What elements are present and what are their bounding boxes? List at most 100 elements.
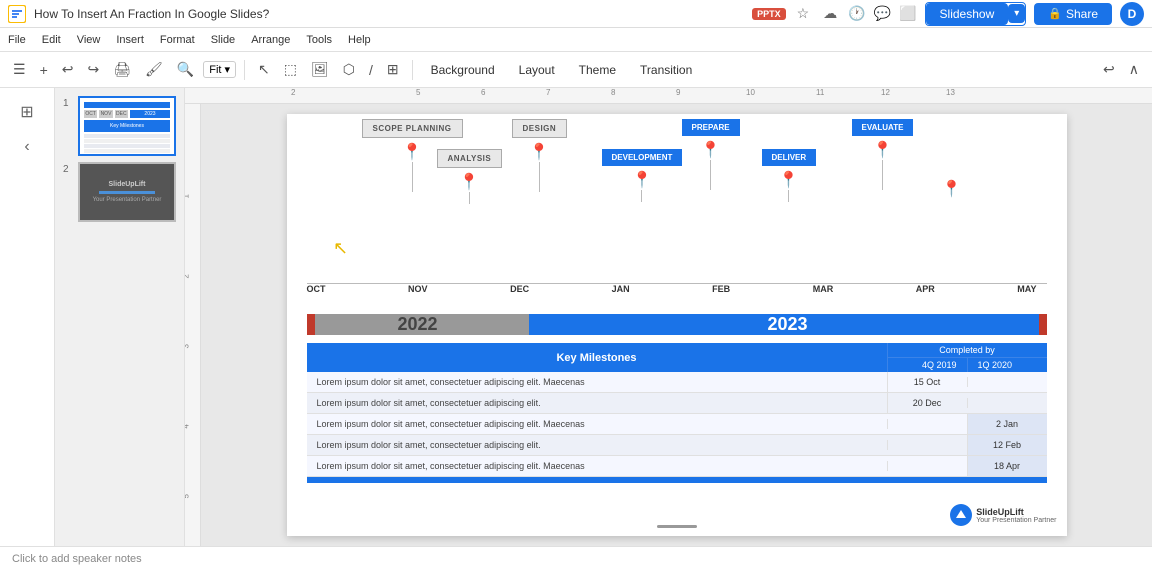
toolbar-action-icon[interactable]: ↩ — [1098, 59, 1120, 80]
menu-file[interactable]: File — [8, 34, 26, 46]
slideshow-dropdown-button[interactable]: ▾ — [1008, 4, 1025, 23]
scroll-indicator — [657, 525, 697, 528]
slide-editing-area[interactable]: 2 5 6 7 8 9 10 11 12 13 1 2 3 4 5 6 7 — [185, 88, 1152, 546]
menu-format[interactable]: Format — [160, 34, 195, 46]
ruler-mark-2: 2 — [291, 88, 295, 97]
star-icon[interactable]: ☆ — [794, 5, 813, 22]
toolbar-expand-icon[interactable]: ∧ — [1124, 59, 1144, 80]
toolbar-shape-icon[interactable]: ⬡ — [338, 59, 360, 80]
slide-canvas[interactable]: SCOPE PLANNING 📍 ANALYSIS 📍 — [287, 114, 1067, 536]
milestones-footer — [307, 477, 1047, 483]
transition-button[interactable]: Transition — [630, 59, 702, 81]
ruler-mark-5: 5 — [416, 88, 420, 97]
menu-slide[interactable]: Slide — [211, 34, 235, 46]
toolbar-image-icon[interactable]: 🖼 — [306, 59, 334, 80]
notes-placeholder[interactable]: Click to add speaker notes — [12, 553, 142, 565]
toolbar-zoom-out-icon[interactable]: 🔍 — [172, 59, 199, 80]
col1-header: 4Q 2019 — [912, 358, 967, 372]
toolbar-print-icon[interactable]: 🖨 — [108, 59, 136, 80]
left-panel: ⊞ ‹ — [0, 88, 55, 546]
toolbar-more-icon[interactable]: ⊞ — [382, 59, 404, 80]
grid-icon[interactable]: ⊞ — [14, 96, 39, 128]
pptx-badge: PPTX — [752, 8, 786, 20]
slide-thumb-2[interactable]: SlideUpLift Your Presentation Partner — [78, 162, 176, 222]
cloud-icon: ☁ — [820, 5, 840, 22]
chat-icon[interactable]: 💬 — [874, 5, 891, 22]
milestone-row-2: Lorem ipsum dolor sit amet, consectetuer… — [307, 393, 1047, 414]
milestone-date1-2: 20 Dec — [887, 393, 967, 413]
apr-pin: 📍 — [873, 140, 893, 160]
background-button[interactable]: Background — [421, 59, 505, 81]
menu-insert[interactable]: Insert — [116, 34, 144, 46]
expand-icon[interactable]: ⬜ — [899, 5, 916, 22]
toolbar-add-icon[interactable]: + — [35, 60, 53, 80]
milestone-text-1: Lorem ipsum dolor sit amet, consectetuer… — [307, 372, 887, 392]
jan-pin: 📍 — [632, 170, 652, 190]
jan-col: DEVELOPMENT 📍 — [602, 149, 683, 202]
logo-name: SlideUpLift — [976, 507, 1056, 517]
milestone-row-1: Lorem ipsum dolor sit amet, consectetuer… — [307, 372, 1047, 393]
zoom-selector[interactable]: Fit ▾ — [203, 61, 236, 78]
main-area: ⊞ ‹ 1 OCT NOV DEC 2023 Key Milestones — [0, 88, 1152, 546]
month-mar: MAR — [813, 284, 834, 294]
mar-vline — [788, 190, 789, 202]
milestone-date2-4: 12 Feb — [967, 435, 1047, 455]
month-oct: OCT — [307, 284, 326, 294]
col2-header: 1Q 2020 — [967, 358, 1023, 372]
slide-number-2: 2 — [63, 162, 73, 175]
toolbar-menu-icon[interactable]: ☰ — [8, 59, 31, 80]
design-box: DESIGN — [512, 119, 568, 138]
title-bar: How To Insert An Fraction In Google Slid… — [0, 0, 1152, 28]
nov-col: ANALYSIS 📍 — [437, 149, 503, 204]
menu-tools[interactable]: Tools — [306, 34, 332, 46]
menu-view[interactable]: View — [77, 34, 101, 46]
ruler-mark-v-4: 4 — [185, 424, 191, 428]
left-ruler: 1 2 3 4 5 6 7 — [185, 104, 201, 546]
month-feb: FEB — [712, 284, 730, 294]
toolbar-cursor-icon[interactable]: ↖ — [253, 59, 275, 80]
layout-button[interactable]: Layout — [509, 59, 565, 81]
ruler-mark-11: 11 — [816, 88, 824, 97]
menu-arrange[interactable]: Arrange — [251, 34, 290, 46]
menu-bar: File Edit View Insert Format Slide Arran… — [0, 28, 1152, 52]
ruler-mark-10: 10 — [746, 88, 755, 97]
zoom-dropdown-icon: ▾ — [224, 63, 230, 76]
milestone-date2-3: 2 Jan — [967, 414, 1047, 434]
toolbar-redo-icon[interactable]: ↪ — [82, 59, 104, 80]
milestone-date1-5 — [887, 461, 967, 471]
menu-edit[interactable]: Edit — [42, 34, 61, 46]
thumbnail-2[interactable]: 2 SlideUpLift Your Presentation Partner — [63, 162, 176, 222]
ruler-mark-v-1: 1 — [185, 194, 191, 198]
share-button[interactable]: 🔒 Share — [1034, 3, 1112, 25]
milestone-row-4: Lorem ipsum dolor sit amet, consectetuer… — [307, 435, 1047, 456]
arrow-left-icon[interactable]: ‹ — [18, 132, 35, 162]
milestone-date1-1: 15 Oct — [887, 372, 967, 392]
document-title: How To Insert An Fraction In Google Slid… — [34, 7, 744, 21]
logo-text-block: SlideUpLift Your Presentation Partner — [976, 507, 1056, 524]
milestone-row-3: Lorem ipsum dolor sit amet, consectetuer… — [307, 414, 1047, 435]
milestones-table: Key Milestones Completed by 4Q 2019 1Q 2… — [307, 343, 1047, 483]
ruler-mark-7: 7 — [546, 88, 550, 97]
feb-pin: 📍 — [701, 140, 721, 160]
logo-tagline: Your Presentation Partner — [976, 517, 1056, 524]
milestone-text-5: Lorem ipsum dolor sit amet, consectetuer… — [307, 456, 887, 476]
notes-bar[interactable]: Click to add speaker notes — [0, 546, 1152, 570]
deliver-box: DELIVER — [762, 149, 817, 166]
user-avatar[interactable]: D — [1120, 2, 1144, 26]
dec-pin: 📍 — [529, 142, 549, 162]
prepare-box: PREPARE — [682, 119, 740, 136]
toolbar-line-icon[interactable]: / — [364, 60, 378, 80]
year-bar-2023: 2023 — [529, 314, 1047, 335]
toolbar-paint-icon[interactable]: 🖌 — [140, 59, 168, 80]
thumbnail-1[interactable]: 1 OCT NOV DEC 2023 Key Milestones — [63, 96, 176, 156]
slideshow-button[interactable]: Slideshow — [926, 3, 1009, 25]
slide-thumbnails: 1 OCT NOV DEC 2023 Key Milestones — [55, 88, 185, 546]
milestone-date1-4 — [887, 440, 967, 450]
nov-vline — [469, 192, 470, 204]
theme-button[interactable]: Theme — [569, 59, 626, 81]
toolbar-undo-icon[interactable]: ↩ — [57, 59, 79, 80]
history-icon[interactable]: 🕐 — [848, 5, 865, 22]
slide-thumb-1[interactable]: OCT NOV DEC 2023 Key Milestones — [78, 96, 176, 156]
menu-help[interactable]: Help — [348, 34, 371, 46]
toolbar-select-icon[interactable]: ⬚ — [279, 59, 302, 80]
